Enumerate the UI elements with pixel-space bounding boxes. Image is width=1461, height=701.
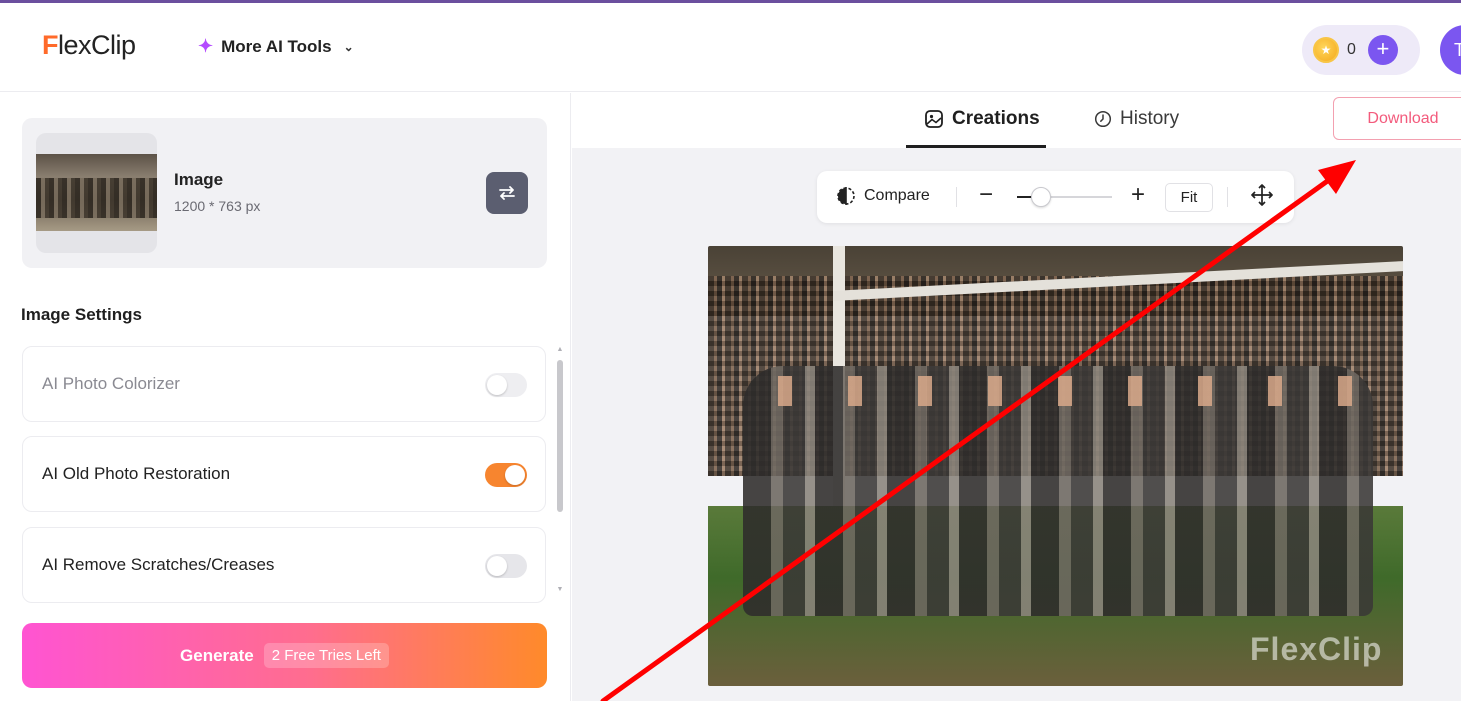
logo-text: lexClip: [58, 30, 136, 60]
option-remove-scratches[interactable]: AI Remove Scratches/Creases: [22, 527, 546, 603]
toggle-photo-colorizer[interactable]: [485, 373, 527, 397]
preview-panel: Creations History Download Compare − + F…: [572, 93, 1461, 701]
thumbnail-figures: [36, 178, 157, 218]
image-dimensions: 1200 * 763 px: [174, 198, 261, 214]
plus-icon[interactable]: +: [1131, 181, 1145, 209]
add-credits-button[interactable]: +: [1367, 35, 1398, 65]
compare-label: Compare: [864, 187, 930, 204]
compare-icon: [837, 187, 855, 205]
tab-creations[interactable]: Creations: [924, 108, 1040, 130]
photo-faces: [748, 376, 1368, 406]
clock-icon: [1094, 110, 1112, 128]
more-ai-tools-menu[interactable]: ✦ More AI Tools ⌄: [198, 36, 354, 57]
toolbar-divider: [956, 187, 957, 207]
toggle-old-photo-restoration[interactable]: [485, 463, 527, 487]
replace-image-button[interactable]: [486, 172, 528, 214]
user-avatar[interactable]: T: [1440, 25, 1461, 75]
image-icon: [925, 110, 943, 128]
result-tabs: Creations History Download: [572, 93, 1461, 148]
app-header: FlexClip ✦ More AI Tools ⌄ ★ 0 + T: [0, 3, 1461, 92]
generate-button[interactable]: Generate 2 Free Tries Left: [22, 623, 547, 688]
image-settings-heading: Image Settings: [21, 305, 142, 324]
scroll-up-icon[interactable]: ▲: [556, 346, 564, 353]
credits-pill[interactable]: ★ 0 +: [1302, 25, 1420, 75]
option-old-photo-restoration[interactable]: AI Old Photo Restoration: [22, 436, 546, 512]
compare-button[interactable]: Compare: [836, 186, 930, 206]
toggle-knob: [505, 465, 525, 485]
logo-f: F: [42, 30, 59, 60]
download-button[interactable]: Download: [1333, 97, 1461, 140]
flexclip-logo[interactable]: FlexClip: [42, 30, 136, 61]
scroll-down-icon[interactable]: ▼: [556, 586, 564, 593]
settings-panel: Image 1200 * 763 px Image Settings AI Ph…: [0, 93, 571, 701]
toggle-knob: [487, 375, 507, 395]
restored-photo: FlexClip: [708, 246, 1403, 686]
preview-canvas: Compare − + Fit FlexClip: [572, 148, 1461, 701]
sparkle-icon: ✦: [198, 36, 214, 56]
generate-label: Generate: [180, 645, 254, 665]
preview-toolbar: Compare − + Fit: [817, 171, 1294, 223]
option-label: AI Photo Colorizer: [42, 374, 180, 393]
swap-icon: [499, 186, 515, 200]
move-icon[interactable]: [1250, 183, 1274, 213]
move-arrows: [1251, 184, 1273, 206]
minus-icon[interactable]: −: [979, 181, 993, 209]
scrollbar-thumb[interactable]: [557, 360, 563, 512]
toggle-knob: [487, 556, 507, 576]
toolbar-divider: [1227, 187, 1228, 207]
more-ai-tools-label: More AI Tools: [221, 36, 332, 56]
chevron-down-icon: ⌄: [343, 39, 354, 54]
image-title: Image: [174, 170, 224, 189]
tab-history[interactable]: History: [1094, 108, 1179, 130]
source-image-card: Image 1200 * 763 px: [22, 118, 547, 268]
image-thumbnail: [36, 133, 157, 253]
credit-count: 0: [1347, 41, 1356, 58]
coin-icon: ★: [1313, 37, 1339, 63]
option-label: AI Remove Scratches/Creases: [42, 555, 275, 574]
flexclip-watermark: FlexClip: [1250, 631, 1383, 667]
zoom-slider-handle[interactable]: [1031, 187, 1051, 207]
tab-history-label: History: [1120, 108, 1180, 129]
settings-scrollbar[interactable]: ▲ ▼: [556, 346, 564, 596]
fit-button[interactable]: Fit: [1165, 183, 1213, 212]
toggle-remove-scratches[interactable]: [485, 554, 527, 578]
option-photo-colorizer[interactable]: AI Photo Colorizer: [22, 346, 546, 422]
tab-creations-label: Creations: [952, 108, 1040, 129]
option-label: AI Old Photo Restoration: [42, 464, 231, 483]
free-tries-badge: 2 Free Tries Left: [263, 643, 389, 668]
